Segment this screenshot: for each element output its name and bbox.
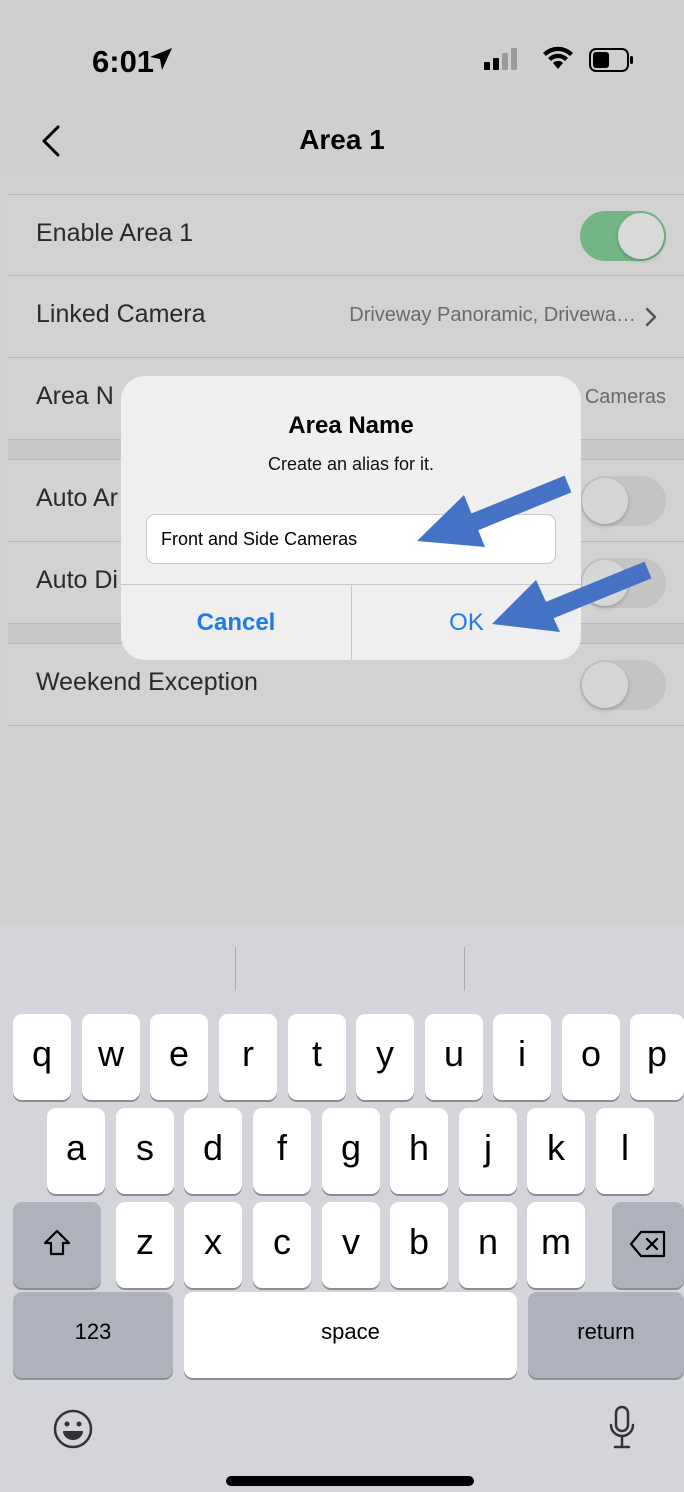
keyboard: q w e r t y u i o p a s d f g h j k l z … — [0, 925, 684, 1492]
emoji-icon[interactable] — [53, 1409, 93, 1449]
key-t[interactable]: t — [288, 1014, 346, 1100]
return-key[interactable]: return — [528, 1292, 684, 1378]
key-k[interactable]: k — [527, 1108, 585, 1194]
key-v[interactable]: v — [322, 1202, 380, 1288]
key-c[interactable]: c — [253, 1202, 311, 1288]
microphone-icon[interactable] — [608, 1405, 636, 1451]
key-z[interactable]: z — [116, 1202, 174, 1288]
backspace-icon — [629, 1230, 666, 1258]
key-f[interactable]: f — [253, 1108, 311, 1194]
space-key[interactable]: space — [184, 1292, 517, 1378]
key-n[interactable]: n — [459, 1202, 517, 1288]
key-l[interactable]: l — [596, 1108, 654, 1194]
key-b[interactable]: b — [390, 1202, 448, 1288]
key-i[interactable]: i — [493, 1014, 551, 1100]
arrow-to-input-icon — [417, 475, 572, 547]
numbers-key[interactable]: 123 — [13, 1292, 173, 1378]
annotation-arrows — [417, 475, 652, 632]
suggestion-divider — [235, 947, 236, 991]
key-s[interactable]: s — [116, 1108, 174, 1194]
arrow-to-ok-icon — [492, 561, 652, 632]
key-u[interactable]: u — [425, 1014, 483, 1100]
key-a[interactable]: a — [47, 1108, 105, 1194]
key-j[interactable]: j — [459, 1108, 517, 1194]
key-m[interactable]: m — [527, 1202, 585, 1288]
key-y[interactable]: y — [356, 1014, 414, 1100]
key-o[interactable]: o — [562, 1014, 620, 1100]
key-h[interactable]: h — [390, 1108, 448, 1194]
key-d[interactable]: d — [184, 1108, 242, 1194]
key-q[interactable]: q — [13, 1014, 71, 1100]
delete-key[interactable] — [612, 1202, 684, 1288]
home-indicator — [226, 1476, 474, 1486]
key-w[interactable]: w — [82, 1014, 140, 1100]
shift-arrow-icon — [43, 1229, 71, 1256]
key-e[interactable]: e — [150, 1014, 208, 1100]
key-p[interactable]: p — [630, 1014, 684, 1100]
suggestion-divider — [464, 947, 465, 991]
shift-key[interactable] — [13, 1202, 101, 1288]
key-x[interactable]: x — [184, 1202, 242, 1288]
key-r[interactable]: r — [219, 1014, 277, 1100]
key-g[interactable]: g — [322, 1108, 380, 1194]
